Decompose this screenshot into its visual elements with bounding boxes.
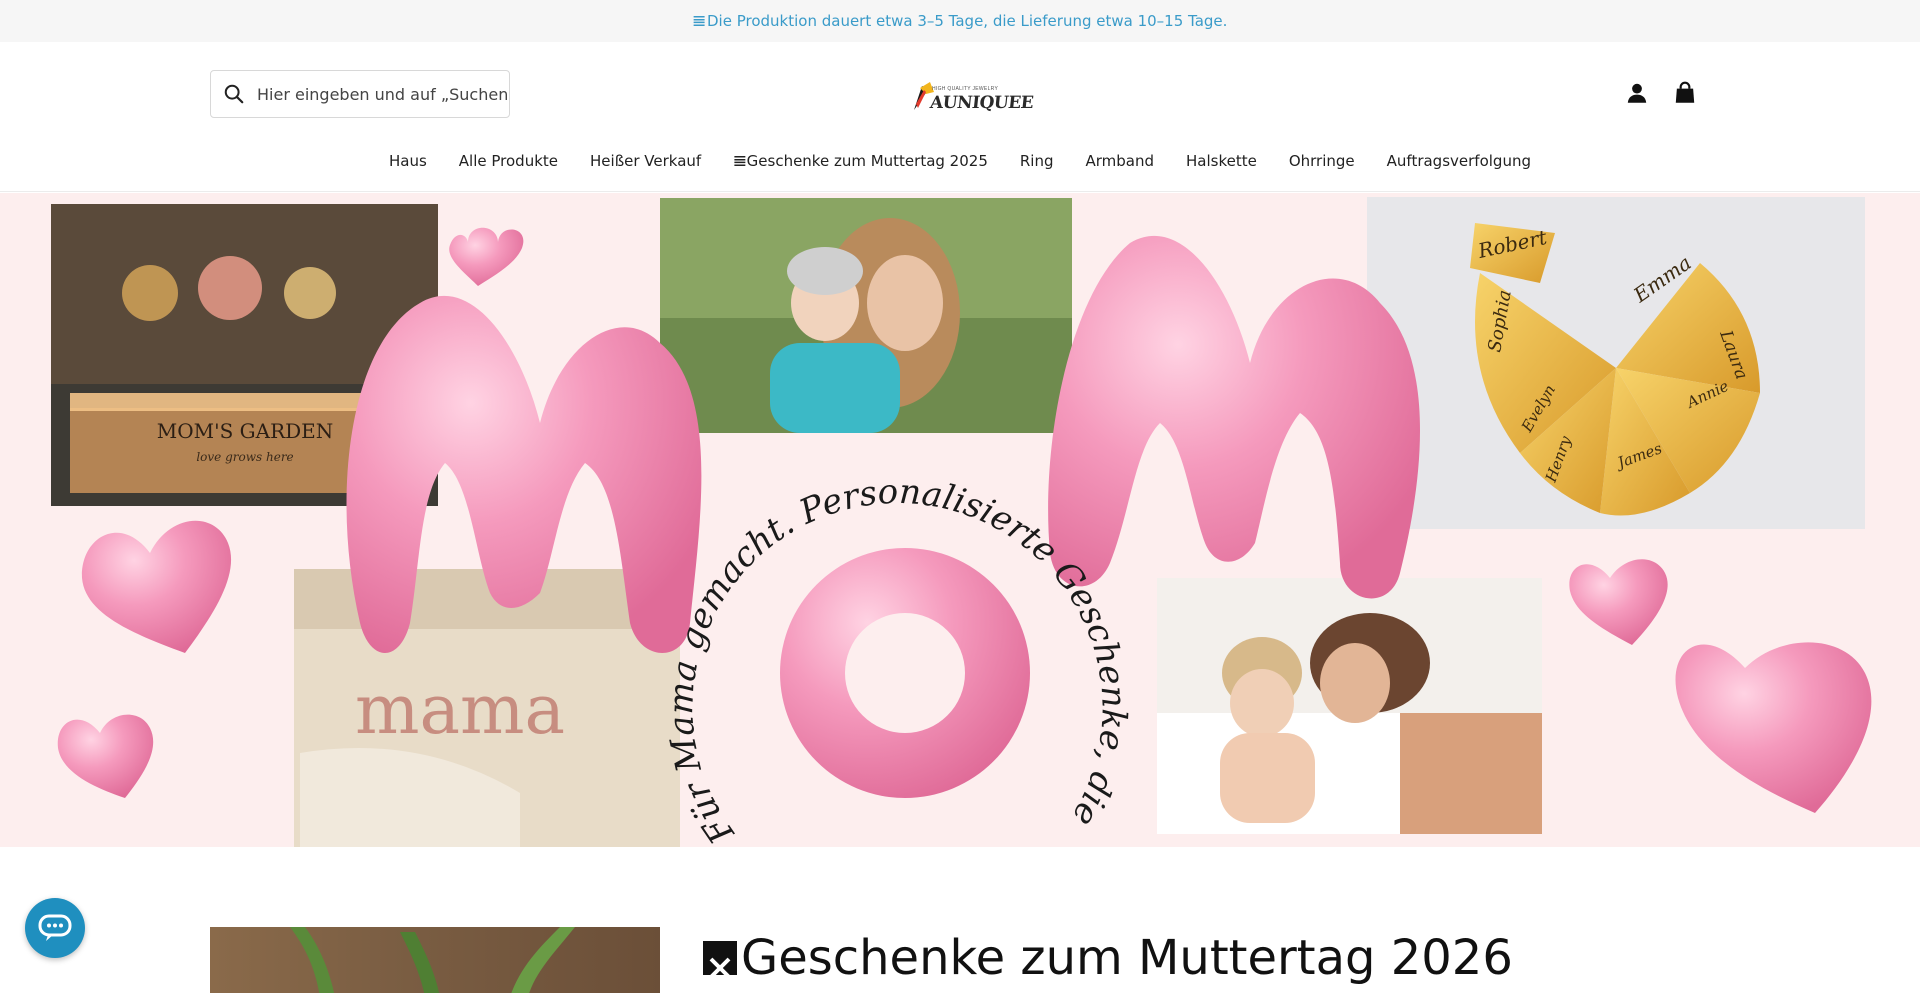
main-nav: Haus Alle Produkte Heißer Verkauf 𝌆Gesch… — [0, 147, 1920, 192]
hero-photo-kiss — [660, 198, 1072, 433]
announcement-text: Die Produktion dauert etwa 3–5 Tage, die… — [707, 12, 1228, 30]
hero-letter-m-left — [346, 295, 702, 653]
hero-letter-m-right — [1048, 235, 1420, 599]
hero-banner[interactable]: MOM'S GARDEN love grows here Robert Emma… — [0, 193, 1920, 847]
promo-image[interactable] — [210, 927, 660, 993]
hero-garden-label: MOM'S GARDEN — [157, 419, 334, 443]
nav-item-haus[interactable]: Haus — [389, 147, 427, 175]
nav-item-ring[interactable]: Ring — [1020, 147, 1054, 175]
hero-sweater-text: mama — [355, 671, 565, 750]
promo-heading: Geschenke zum Muttertag 2026 — [703, 930, 1513, 986]
promo-tulips-art — [290, 927, 575, 993]
hero-letter-o — [780, 548, 1030, 798]
hero-photo-sweater: mama — [294, 569, 680, 847]
nav-item-armband[interactable]: Armband — [1085, 147, 1154, 175]
nav-item-halskette[interactable]: Halskette — [1186, 147, 1257, 175]
announcement-glyph: 𝌆 — [692, 12, 706, 30]
nav-item-auftragsverfolgung[interactable]: Auftragsverfolgung — [1387, 147, 1531, 175]
account-icon[interactable] — [1624, 80, 1650, 106]
nav-item-heisser-verkauf[interactable]: Heißer Verkauf — [590, 147, 701, 175]
chat-widget-button[interactable] — [25, 898, 85, 958]
search-input[interactable] — [257, 84, 507, 104]
promo-title-text: Geschenke zum Muttertag 2026 — [741, 930, 1513, 986]
announcement-bar: 𝌆 Die Produktion dauert etwa 3–5 Tage, di… — [0, 0, 1920, 42]
logo-wordmark: AUNIQUEE — [928, 93, 1035, 113]
nav-item-muttertag[interactable]: 𝌆Geschenke zum Muttertag 2025 — [733, 147, 988, 175]
close-square-icon — [703, 941, 737, 979]
search-icon — [224, 84, 244, 104]
hero-photo-laugh — [1157, 578, 1542, 834]
cart-icon[interactable] — [1672, 80, 1698, 106]
hero-photo-puzzle: Robert Emma Sophia Laura Evelyn Annie He… — [1367, 197, 1865, 529]
hero-garden-sublabel: love grows here — [196, 450, 293, 464]
site-header: AUNIQUEE HIGH QUALITY JEWELRY — [0, 42, 1920, 147]
chat-bubble-icon — [38, 914, 72, 941]
hero-artwork: MOM'S GARDEN love grows here Robert Emma… — [0, 193, 1872, 847]
search-box[interactable] — [210, 70, 510, 118]
nav-item-ohrringe[interactable]: Ohrringe — [1289, 147, 1355, 175]
site-logo[interactable]: AUNIQUEE HIGH QUALITY JEWELRY — [910, 78, 1034, 118]
nav-item-alle-produkte[interactable]: Alle Produkte — [459, 147, 558, 175]
logo-tagline: HIGH QUALITY JEWELRY — [932, 86, 999, 92]
header-actions — [1624, 80, 1698, 106]
